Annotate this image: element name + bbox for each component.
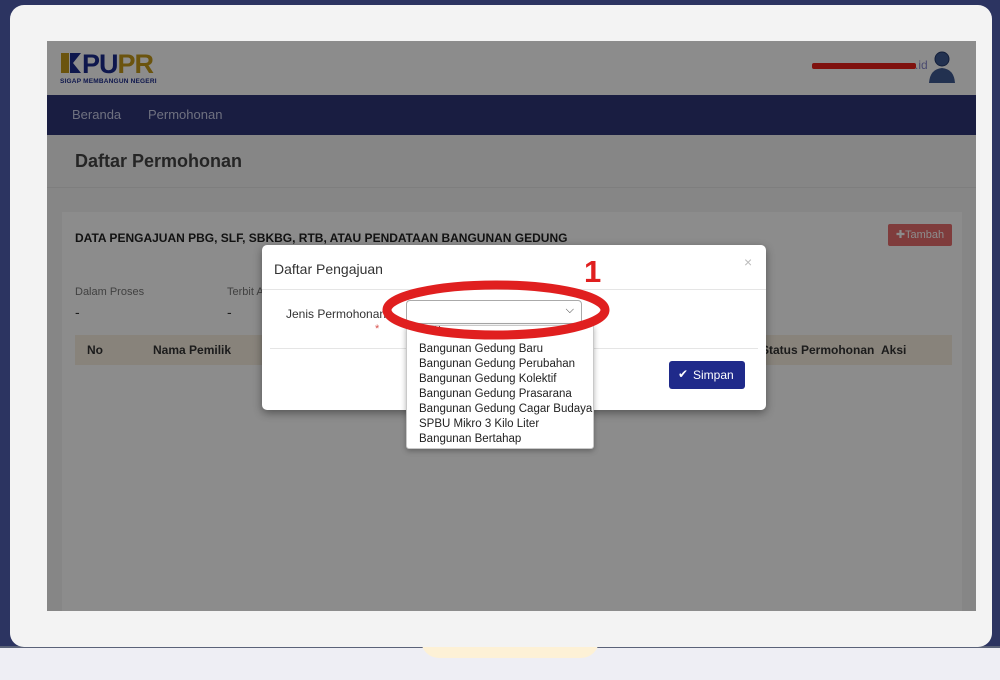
dropdown-option[interactable]: Bangunan Bertahap bbox=[419, 432, 521, 446]
chevron-down-icon: ⌵ bbox=[565, 304, 574, 316]
dropdown-option[interactable]: SPBU Mikro 3 Kilo Liter bbox=[419, 417, 539, 431]
dropdown-option[interactable]: Bangunan Gedung Cagar Budaya bbox=[419, 402, 592, 416]
dropdown-option-partial[interactable]: Pilih bbox=[419, 326, 441, 333]
annotation-step-number: 1 bbox=[584, 254, 602, 289]
dropdown-option[interactable]: Bangunan Gedung Kolektif bbox=[419, 372, 556, 386]
application-type-select[interactable]: ⌵ bbox=[406, 300, 582, 324]
modal-header-divider bbox=[262, 289, 766, 290]
close-icon[interactable]: × bbox=[744, 254, 752, 270]
dropdown-option[interactable]: Bangunan Gedung Prasarana bbox=[419, 387, 572, 401]
application-type-dropdown[interactable]: Pilih Bangunan Gedung Baru Bangunan Gedu… bbox=[406, 325, 594, 449]
modal-title: Daftar Pengajuan bbox=[274, 261, 383, 277]
dropdown-option[interactable]: Bangunan Gedung Baru bbox=[419, 342, 543, 356]
dropdown-option[interactable]: Bangunan Gedung Perubahan bbox=[419, 357, 575, 371]
save-button-label: Simpan bbox=[693, 368, 734, 382]
required-mark: * bbox=[375, 323, 380, 335]
save-button[interactable]: ✔ Simpan bbox=[669, 361, 745, 389]
check-icon: ✔ bbox=[678, 367, 689, 381]
application-type-label: Jenis Permohonan bbox=[286, 307, 387, 321]
